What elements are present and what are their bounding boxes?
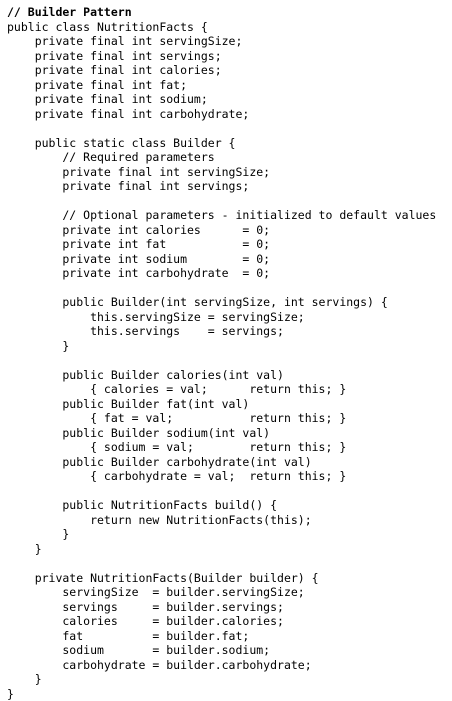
code-line: return new NutritionFacts(this); (7, 513, 436, 528)
code-line: public Builder fat(int val) (7, 397, 436, 412)
code-line: fat = builder.fat; (7, 629, 436, 644)
code-line: { fat = val; return this; } (7, 411, 436, 426)
code-line: private final int servingSize; (7, 34, 436, 49)
code-line: public class NutritionFacts { (7, 20, 436, 35)
code-line: this.servingSize = servingSize; (7, 310, 436, 325)
code-line (7, 281, 436, 296)
code-line: public NutritionFacts build() { (7, 498, 436, 513)
code-line: private final int fat; (7, 78, 436, 93)
code-line (7, 121, 436, 136)
code-line (7, 484, 436, 499)
code-line: private final int calories; (7, 63, 436, 78)
code-line: // Optional parameters - initialized to … (7, 208, 436, 223)
code-line: this.servings = servings; (7, 324, 436, 339)
code-line (7, 194, 436, 209)
code-line: public Builder sodium(int val) (7, 426, 436, 441)
code-line: } (7, 542, 436, 557)
code-line: private final int servingSize; (7, 165, 436, 180)
code-line: calories = builder.calories; (7, 614, 436, 629)
code-line: { carbohydrate = val; return this; } (7, 469, 436, 484)
code-line: private int sodium = 0; (7, 252, 436, 267)
code-line: private final int sodium; (7, 92, 436, 107)
code-line: public Builder carbohydrate(int val) (7, 455, 436, 470)
code-line: carbohydrate = builder.carbohydrate; (7, 658, 436, 673)
code-line: private int fat = 0; (7, 237, 436, 252)
code-line: } (7, 339, 436, 354)
code-comment-title: // Builder Pattern (7, 5, 436, 20)
code-line: { calories = val; return this; } (7, 382, 436, 397)
code-line: } (7, 672, 436, 687)
code-line: // Required parameters (7, 150, 436, 165)
code-line: public Builder(int servingSize, int serv… (7, 295, 436, 310)
code-line: private int calories = 0; (7, 223, 436, 238)
code-line: servingSize = builder.servingSize; (7, 585, 436, 600)
code-line: sodium = builder.sodium; (7, 643, 436, 658)
code-line: public Builder calories(int val) (7, 368, 436, 383)
code-line: private final int carbohydrate; (7, 107, 436, 122)
code-line: } (7, 527, 436, 542)
code-line: { sodium = val; return this; } (7, 440, 436, 455)
code-line: private final int servings; (7, 179, 436, 194)
code-line (7, 556, 436, 571)
code-line: private final int servings; (7, 49, 436, 64)
code-line: } (7, 687, 436, 701)
code-line: public static class Builder { (7, 136, 436, 151)
code-line (7, 353, 436, 368)
code-line: private int carbohydrate = 0; (7, 266, 436, 281)
code-line: private NutritionFacts(Builder builder) … (7, 571, 436, 586)
code-listing: // Builder Patternpublic class Nutrition… (7, 5, 436, 701)
code-line: servings = builder.servings; (7, 600, 436, 615)
